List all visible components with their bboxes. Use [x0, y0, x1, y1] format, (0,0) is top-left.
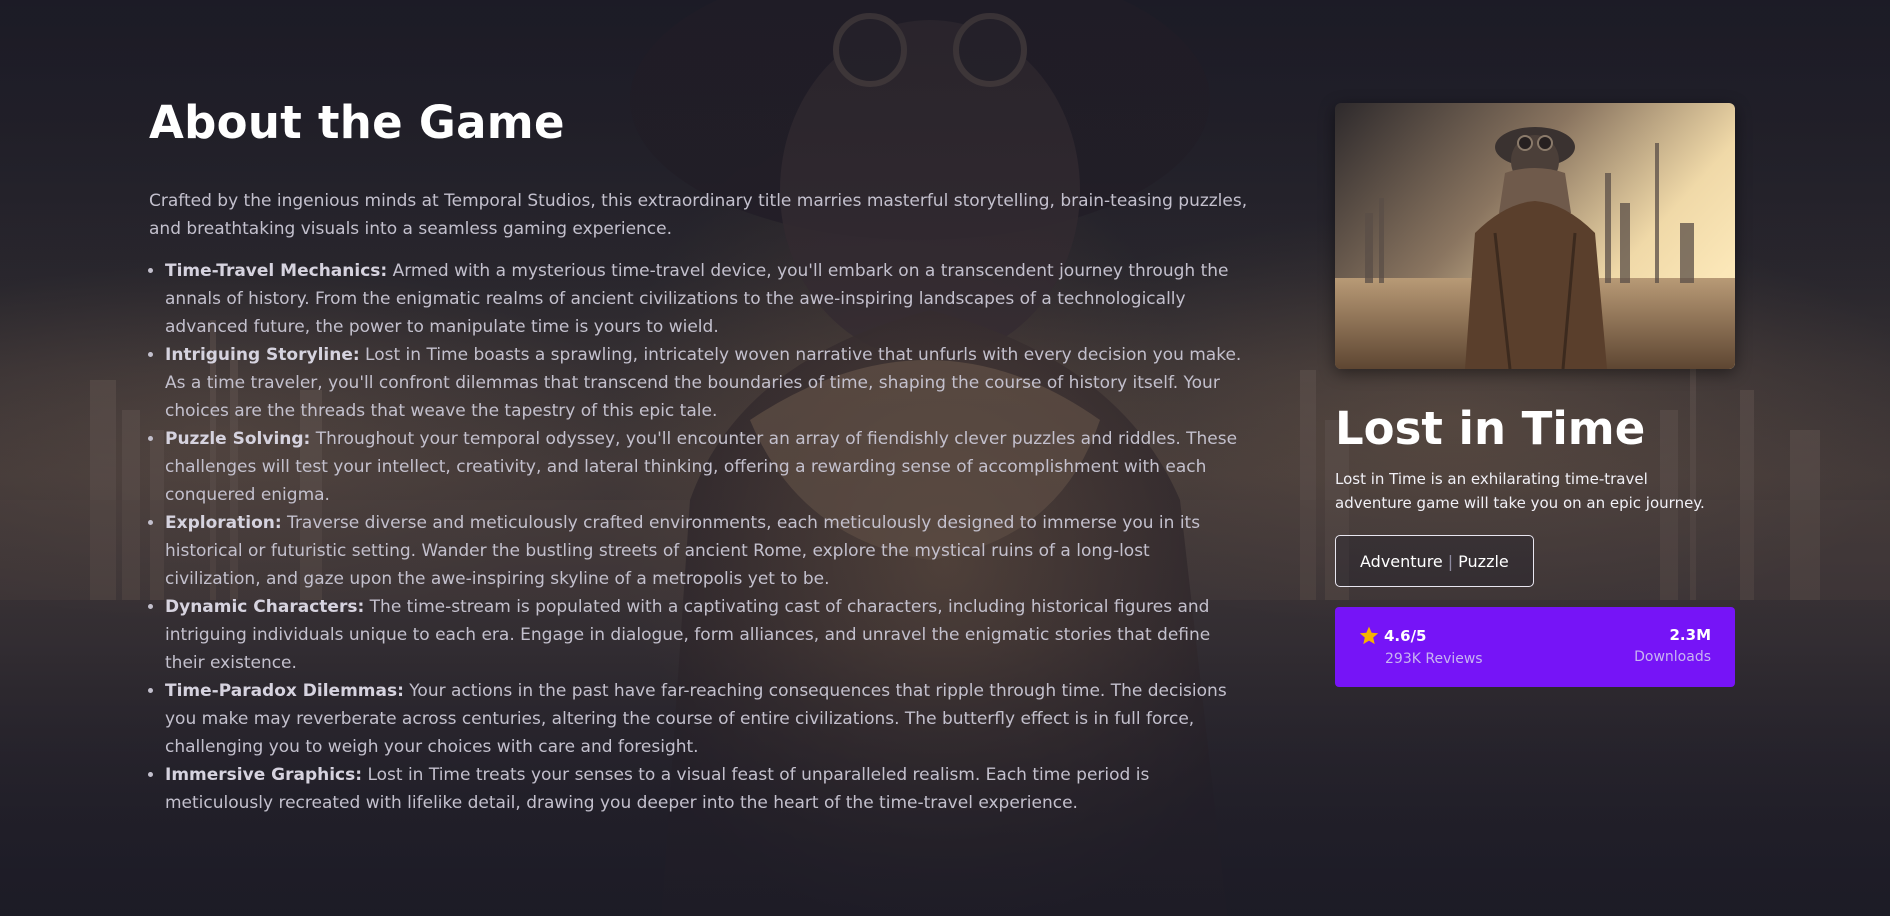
feature-name: Exploration: — [165, 513, 282, 533]
feature-item: Immersive Graphics: Lost in Time treats … — [165, 761, 1249, 817]
feature-name: Puzzle Solving: — [165, 429, 311, 449]
game-description: Lost in Time is an exhilarating time-tra… — [1335, 470, 1705, 512]
downloads-stat: 2.3M Downloads — [1634, 625, 1711, 669]
feature-list: Time-Travel Mechanics: Armed with a myst… — [149, 257, 1249, 817]
genre-adventure: Adventure — [1360, 551, 1443, 571]
feature-item: Time-Travel Mechanics: Armed with a myst… — [165, 257, 1249, 341]
about-intro: Crafted by the ingenious minds at Tempor… — [149, 191, 1248, 239]
game-page: About the Game Crafted by the ingenious … — [0, 0, 1890, 916]
downloads-value: 2.3M — [1669, 626, 1712, 644]
genre-puzzle: Puzzle — [1458, 551, 1509, 571]
about-section: About the Game Crafted by the ingenious … — [149, 96, 1249, 817]
game-cover-image — [1335, 103, 1735, 369]
game-sidebar: Lost in Time Lost in Time is an exhilara… — [1335, 103, 1735, 687]
game-title: Lost in Time — [1335, 402, 1646, 455]
feature-text: Throughout your temporal odyssey, you'll… — [165, 429, 1238, 505]
feature-name: Intriguing Storyline: — [165, 345, 360, 365]
feature-item: Intriguing Storyline: Lost in Time boast… — [165, 341, 1249, 425]
rating-stat: 4.6/5 293K Reviews — [1359, 625, 1483, 671]
feature-item: Exploration: Traverse diverse and meticu… — [165, 509, 1249, 593]
stats-panel: 4.6/5 293K Reviews 2.3M Downloads — [1335, 607, 1735, 687]
genre-separator: | — [1447, 551, 1454, 571]
downloads-label: Downloads — [1634, 649, 1711, 665]
feature-item: Dynamic Characters: The time-stream is p… — [165, 593, 1249, 677]
feature-name: Time-Paradox Dilemmas: — [165, 681, 404, 701]
reviews-count: 293K Reviews — [1385, 651, 1483, 667]
genre-button[interactable]: Adventure | Puzzle — [1335, 535, 1534, 587]
feature-text: Traverse diverse and meticulously crafte… — [165, 513, 1201, 589]
cover-art — [1335, 103, 1735, 369]
about-title: About the Game — [149, 96, 565, 149]
rating-row: 4.6/5 — [1359, 625, 1483, 647]
feature-item: Time-Paradox Dilemmas: Your actions in t… — [165, 677, 1249, 761]
feature-name: Immersive Graphics: — [165, 765, 363, 785]
feature-item: Puzzle Solving: Throughout your temporal… — [165, 425, 1249, 509]
star-icon — [1359, 626, 1379, 645]
feature-name: Time-Travel Mechanics: — [165, 261, 388, 281]
rating-value: 4.6/5 — [1384, 627, 1427, 645]
feature-name: Dynamic Characters: — [165, 597, 365, 617]
